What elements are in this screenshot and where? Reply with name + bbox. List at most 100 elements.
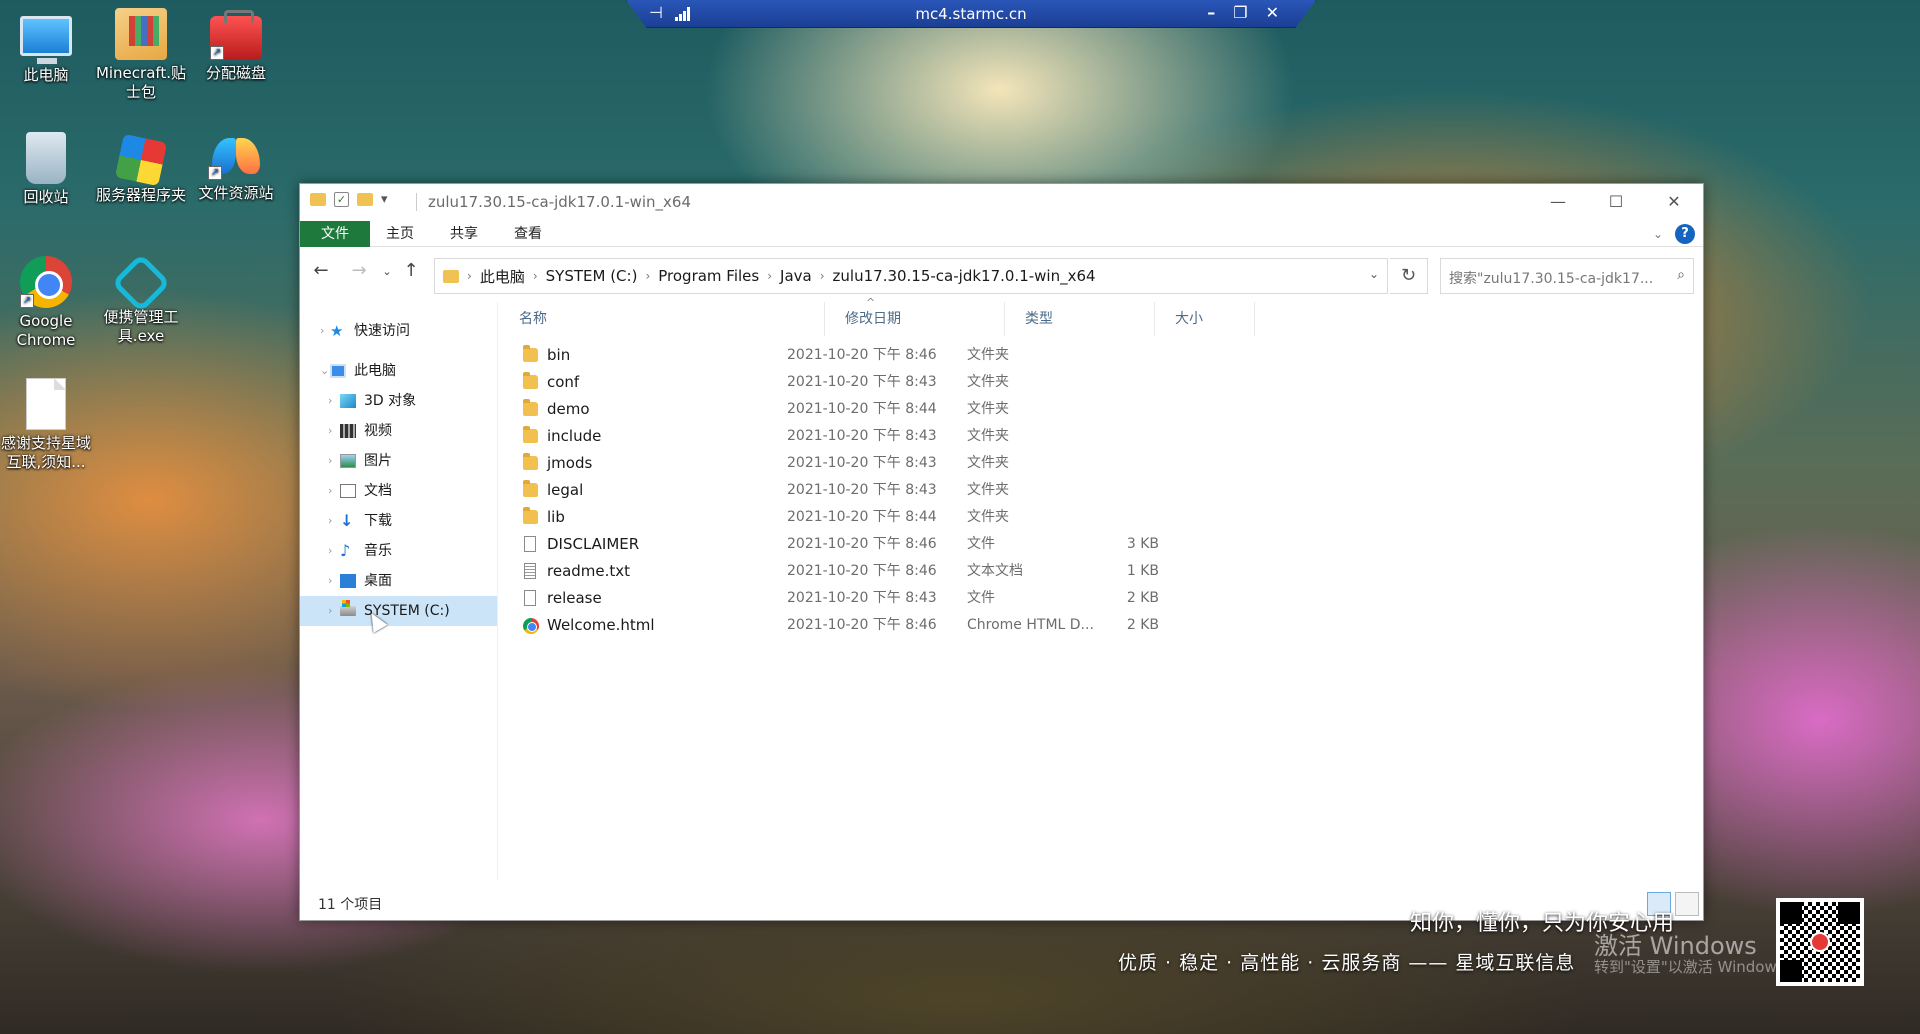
tab-home[interactable]: 主页 (372, 221, 428, 247)
properties-icon[interactable]: ✓ (334, 192, 349, 207)
breadcrumb-java[interactable]: Java (772, 267, 820, 285)
file-row[interactable]: legal 2021-10-20 下午 8:43 文件夹 (519, 477, 1299, 504)
folder-icon (523, 372, 538, 389)
file-row[interactable]: readme.txt 2021-10-20 下午 8:46 文本文档 1 KB (519, 558, 1299, 585)
up-arrow-icon[interactable]: ↑ (400, 260, 422, 281)
nav-system-c[interactable]: › SYSTEM (C:) (300, 596, 497, 626)
file-row[interactable]: jmods 2021-10-20 下午 8:43 文件夹 (519, 450, 1299, 477)
expand-arrow-icon[interactable]: › (328, 506, 332, 536)
file-date: 2021-10-20 下午 8:43 (787, 428, 937, 444)
remote-close-button[interactable]: ✕ (1266, 3, 1279, 22)
nav-downloads[interactable]: › ↓ 下载 (300, 506, 497, 536)
file-date: 2021-10-20 下午 8:43 (787, 374, 937, 390)
nav-quick-access[interactable]: › ★ 快速访问 (300, 316, 497, 346)
address-bar[interactable]: › 此电脑 › SYSTEM (C:) › Program Files › Ja… (434, 258, 1388, 294)
breadcrumb-this-pc[interactable]: 此电脑 (472, 266, 533, 287)
expand-arrow-icon[interactable]: › (328, 416, 332, 446)
file-name: DISCLAIMER (547, 535, 640, 553)
download-icon: ↓ (340, 511, 354, 530)
file-row[interactable]: conf 2021-10-20 下午 8:43 文件夹 (519, 369, 1299, 396)
tab-share[interactable]: 共享 (436, 221, 492, 247)
address-row: ← → ⌄ ↑ › 此电脑 › SYSTEM (C:) › Program Fi… (300, 247, 1703, 301)
desktop-icon-label: 此电脑 (23, 66, 69, 84)
file-icon (524, 536, 536, 552)
expand-arrow-icon[interactable]: › (320, 316, 324, 346)
desktop-icon-chrome[interactable]: ↗ Google Chrome (0, 256, 92, 350)
column-header-name[interactable]: 名称 (499, 302, 825, 336)
desktop-icon-disk[interactable]: ↗ 分配磁盘 (190, 8, 282, 83)
remote-minimize-button[interactable]: – (1207, 3, 1215, 22)
expand-arrow-icon[interactable]: › (328, 536, 332, 566)
minimize-button[interactable]: — (1529, 184, 1587, 218)
expand-arrow-icon[interactable]: › (328, 476, 332, 506)
nav-this-pc[interactable]: ⌄ 此电脑 (300, 356, 497, 386)
window-title: zulu17.30.15-ca-jdk17.0.1-win_x64 (428, 193, 692, 211)
file-size: 3 KB (1126, 536, 1159, 552)
column-header-size[interactable]: 大小 (1155, 302, 1255, 336)
search-input[interactable]: 搜索"zulu17.30.15-ca-jdk17... ⌕ (1440, 258, 1694, 294)
customize-toolbar-icon[interactable]: ▾ (381, 192, 388, 207)
file-row[interactable]: release 2021-10-20 下午 8:43 文件 2 KB (519, 585, 1299, 612)
desktop-icon-recycle-bin[interactable]: 回收站 (0, 132, 92, 207)
desktop-icon-label: 感谢支持星域互联,须知... (0, 434, 91, 471)
large-icons-view-button[interactable] (1675, 892, 1699, 916)
file-type: 文件夹 (967, 347, 1009, 363)
file-name: jmods (547, 454, 593, 472)
breadcrumb-current-folder[interactable]: zulu17.30.15-ca-jdk17.0.1-win_x64 (825, 267, 1104, 285)
desktop-icon-portable-tool[interactable]: 便携管理工具.exe (95, 253, 187, 346)
maximize-button[interactable]: ☐ (1587, 184, 1645, 218)
nav-desktop[interactable]: › 桌面 (300, 566, 497, 596)
expand-arrow-icon[interactable]: › (328, 596, 332, 626)
file-row[interactable]: include 2021-10-20 下午 8:43 文件夹 (519, 423, 1299, 450)
chevron-down-icon[interactable]: ⌄ (1369, 267, 1379, 281)
nav-music[interactable]: › ♪ 音乐 (300, 536, 497, 566)
new-folder-icon[interactable] (357, 193, 373, 206)
file-size: 2 KB (1126, 617, 1159, 633)
file-type: 文件 (967, 536, 995, 552)
refresh-button[interactable]: ↻ (1390, 258, 1428, 294)
desktop-icon-file-resource[interactable]: ↗ 文件资源站 (190, 132, 282, 203)
file-type: Chrome HTML D... (967, 617, 1094, 633)
forward-arrow-icon[interactable]: → (348, 260, 370, 281)
help-icon[interactable]: ? (1675, 224, 1695, 244)
desktop-icon-this-pc[interactable]: 此电脑 (0, 10, 92, 85)
tab-file[interactable]: 文件 (300, 221, 370, 247)
desktop-icon-server-folder[interactable]: 服务器程序夹 (95, 132, 187, 205)
recent-locations-icon[interactable]: ⌄ (376, 265, 398, 278)
collapse-arrow-icon[interactable]: ⌄ (320, 356, 329, 386)
breadcrumb-program-files[interactable]: Program Files (650, 267, 767, 285)
desktop-icon-minecraft[interactable]: Minecraft.贴士包 (95, 8, 187, 102)
desktop-icon-notice[interactable]: 感谢支持星域互联,须知... (0, 378, 92, 472)
file-name: include (547, 427, 602, 445)
server-folder-icon (114, 133, 168, 187)
nav-videos[interactable]: › 视频 (300, 416, 497, 446)
expand-arrow-icon[interactable]: › (328, 446, 332, 476)
nav-3d-objects[interactable]: › 3D 对象 (300, 386, 497, 416)
breadcrumb-system-c[interactable]: SYSTEM (C:) (538, 267, 646, 285)
nav-label: 下载 (364, 513, 392, 529)
file-type: 文本文档 (967, 563, 1023, 579)
desktop-icon-label: 便携管理工具.exe (103, 308, 179, 345)
file-row[interactable]: Welcome.html 2021-10-20 下午 8:46 Chrome HTM… (519, 612, 1299, 639)
expand-arrow-icon[interactable]: › (328, 386, 332, 416)
tab-view[interactable]: 查看 (500, 221, 556, 247)
video-icon (340, 424, 356, 438)
back-arrow-icon[interactable]: ← (310, 260, 332, 281)
file-list: ^ 名称 修改日期 类型 大小 bin 2021-10-20 下午 8:46 文件夹… (499, 296, 1703, 880)
column-header-date[interactable]: 修改日期 (825, 302, 1005, 336)
nav-pictures[interactable]: › 图片 (300, 446, 497, 476)
file-type: 文件 (967, 590, 995, 606)
file-row[interactable]: bin 2021-10-20 下午 8:46 文件夹 (519, 342, 1299, 369)
close-button[interactable]: ✕ (1645, 184, 1703, 218)
nav-documents[interactable]: › 文档 (300, 476, 497, 506)
file-row[interactable]: lib 2021-10-20 下午 8:44 文件夹 (519, 504, 1299, 531)
file-size: 2 KB (1126, 590, 1159, 606)
expand-arrow-icon[interactable]: › (328, 566, 332, 596)
remote-restore-button[interactable]: ❐ (1233, 3, 1247, 22)
file-row[interactable]: DISCLAIMER 2021-10-20 下午 8:46 文件 3 KB (519, 531, 1299, 558)
expand-ribbon-icon[interactable]: ⌄ (1653, 227, 1663, 241)
column-header-type[interactable]: 类型 (1005, 302, 1155, 336)
file-row[interactable]: demo 2021-10-20 下午 8:44 文件夹 (519, 396, 1299, 423)
nav-label: 音乐 (364, 543, 392, 559)
drive-icon (340, 600, 356, 616)
